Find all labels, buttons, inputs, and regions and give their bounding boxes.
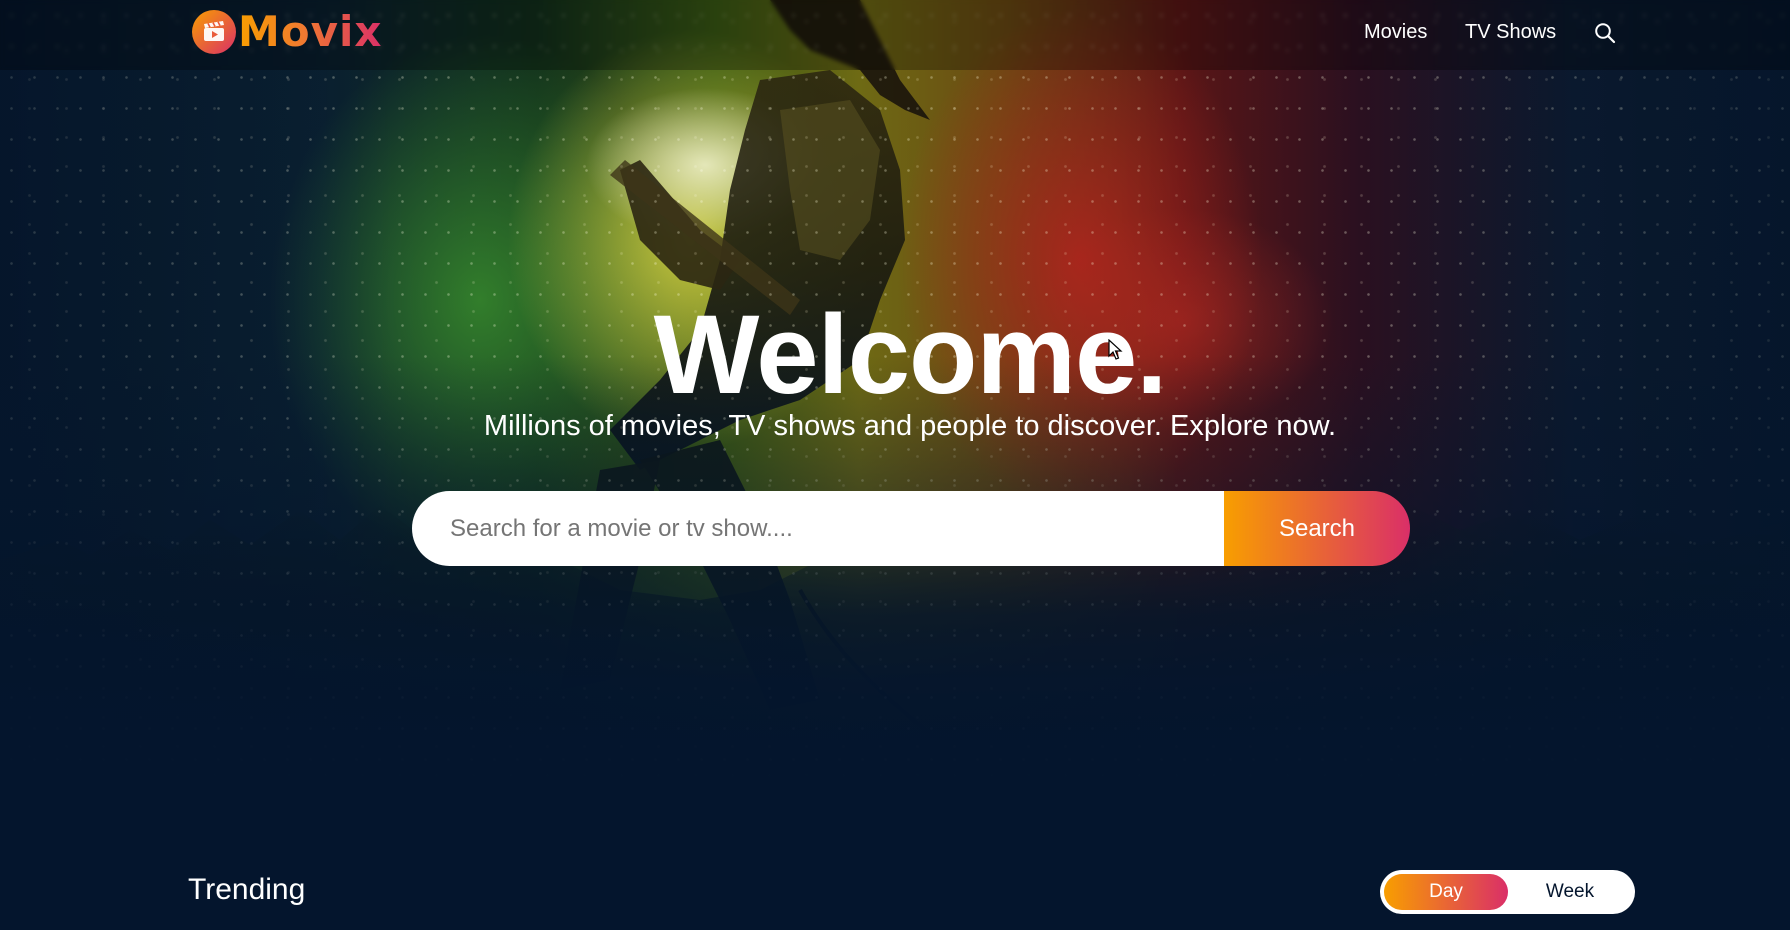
search-button[interactable]: Search xyxy=(1224,491,1410,566)
trending-section-title: Trending xyxy=(188,873,306,906)
site-header: Movix Movies TV Shows xyxy=(0,0,1790,70)
tab-day[interactable]: Day xyxy=(1384,870,1508,914)
nav-item-tv-shows[interactable]: TV Shows xyxy=(1465,21,1556,44)
search-icon[interactable] xyxy=(1594,22,1616,44)
search-input[interactable] xyxy=(412,491,1224,566)
movix-home-page: Movix Movies TV Shows Welcome. Millions … xyxy=(0,0,1790,930)
trending-time-switch: Day Week xyxy=(1380,870,1635,914)
brand-logo[interactable]: Movix xyxy=(192,8,383,56)
hero-title: Welcome. xyxy=(653,292,1168,417)
mouse-cursor-icon xyxy=(1108,339,1123,360)
brand-name: Movix xyxy=(238,7,383,56)
hero-search-bar: Search xyxy=(412,491,1410,566)
film-clapper-icon xyxy=(192,10,236,54)
hero-subtitle: Millions of movies, TV shows and people … xyxy=(483,410,1337,442)
tab-week[interactable]: Week xyxy=(1508,870,1632,914)
nav-item-movies[interactable]: Movies xyxy=(1364,21,1427,44)
